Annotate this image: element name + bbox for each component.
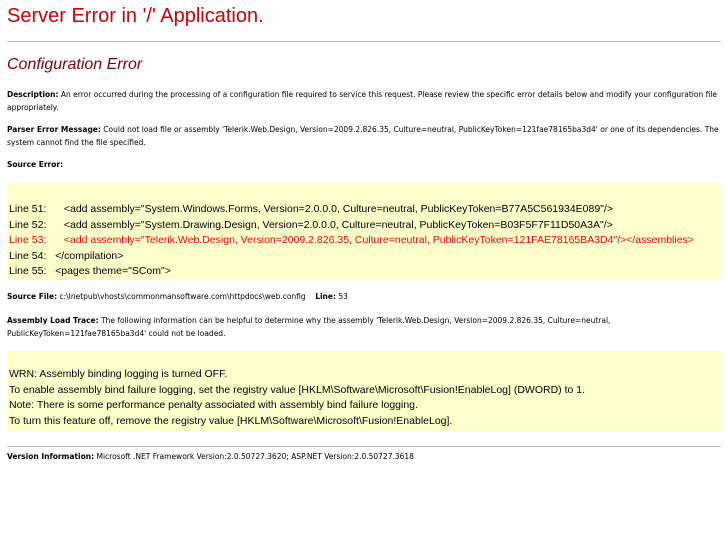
source-line-54: Line 54: </compilation> — [9, 249, 124, 262]
error-subtitle: Configuration Error — [7, 56, 143, 73]
source-line-53-error: Line 53: <add assembly="Telerik.Web.Desi… — [9, 234, 694, 246]
title-divider — [7, 41, 721, 42]
trace-line-4: To turn this feature off, remove the reg… — [9, 414, 453, 427]
source-file-paragraph: Source File: c:\Inetpub\vhosts\commonman… — [7, 290, 723, 303]
parser-error-label: Parser Error Message: — [7, 125, 101, 134]
assembly-trace-box: WRN: Assembly binding logging is turned … — [7, 351, 721, 431]
source-file-path: c:\Inetpub\vhosts\commonmansoftware.com\… — [57, 292, 306, 301]
assembly-load-trace-paragraph: Assembly Load Trace: The following infor… — [7, 314, 723, 340]
source-error-code-box: Line 51: <add assembly="System.Windows.F… — [7, 183, 721, 280]
description-text: An error occurred during the processing … — [7, 90, 718, 112]
parser-error-paragraph: Parser Error Message: Could not load fil… — [7, 123, 723, 149]
assembly-load-trace-label: Assembly Load Trace: — [7, 316, 99, 325]
version-info-text: Microsoft .NET Framework Version:2.0.507… — [94, 452, 414, 461]
parser-error-text: Could not load file or assembly 'Telerik… — [7, 125, 719, 147]
error-page: Server Error in '/' Application. Configu… — [0, 0, 727, 545]
source-line-52: Line 52: <add assembly="System.Drawing.D… — [9, 218, 613, 231]
source-line-value: 53 — [335, 292, 348, 301]
trace-line-1: WRN: Assembly binding logging is turned … — [9, 368, 228, 380]
source-error-heading: Source Error: — [7, 158, 723, 171]
page-title: Server Error in '/' Application. — [7, 5, 264, 27]
source-line-51: Line 51: <add assembly="System.Windows.F… — [9, 203, 613, 215]
version-info-label: Version Information: — [7, 452, 95, 461]
trace-line-3: Note: There is some performance penalty … — [9, 399, 418, 411]
source-line-label: Line: — [315, 292, 336, 301]
description-label: Description: — [7, 90, 59, 99]
source-line-55: Line 55: <pages theme="SCom"> — [9, 265, 171, 277]
description-paragraph: Description: An error occurred during th… — [7, 88, 723, 114]
source-file-label: Source File: — [7, 292, 58, 301]
source-error-label: Source Error: — [7, 160, 64, 169]
version-divider — [7, 446, 721, 447]
trace-line-2: To enable assembly bind failure logging,… — [9, 383, 586, 396]
version-info-paragraph: Version Information: Microsoft .NET Fram… — [7, 450, 723, 463]
